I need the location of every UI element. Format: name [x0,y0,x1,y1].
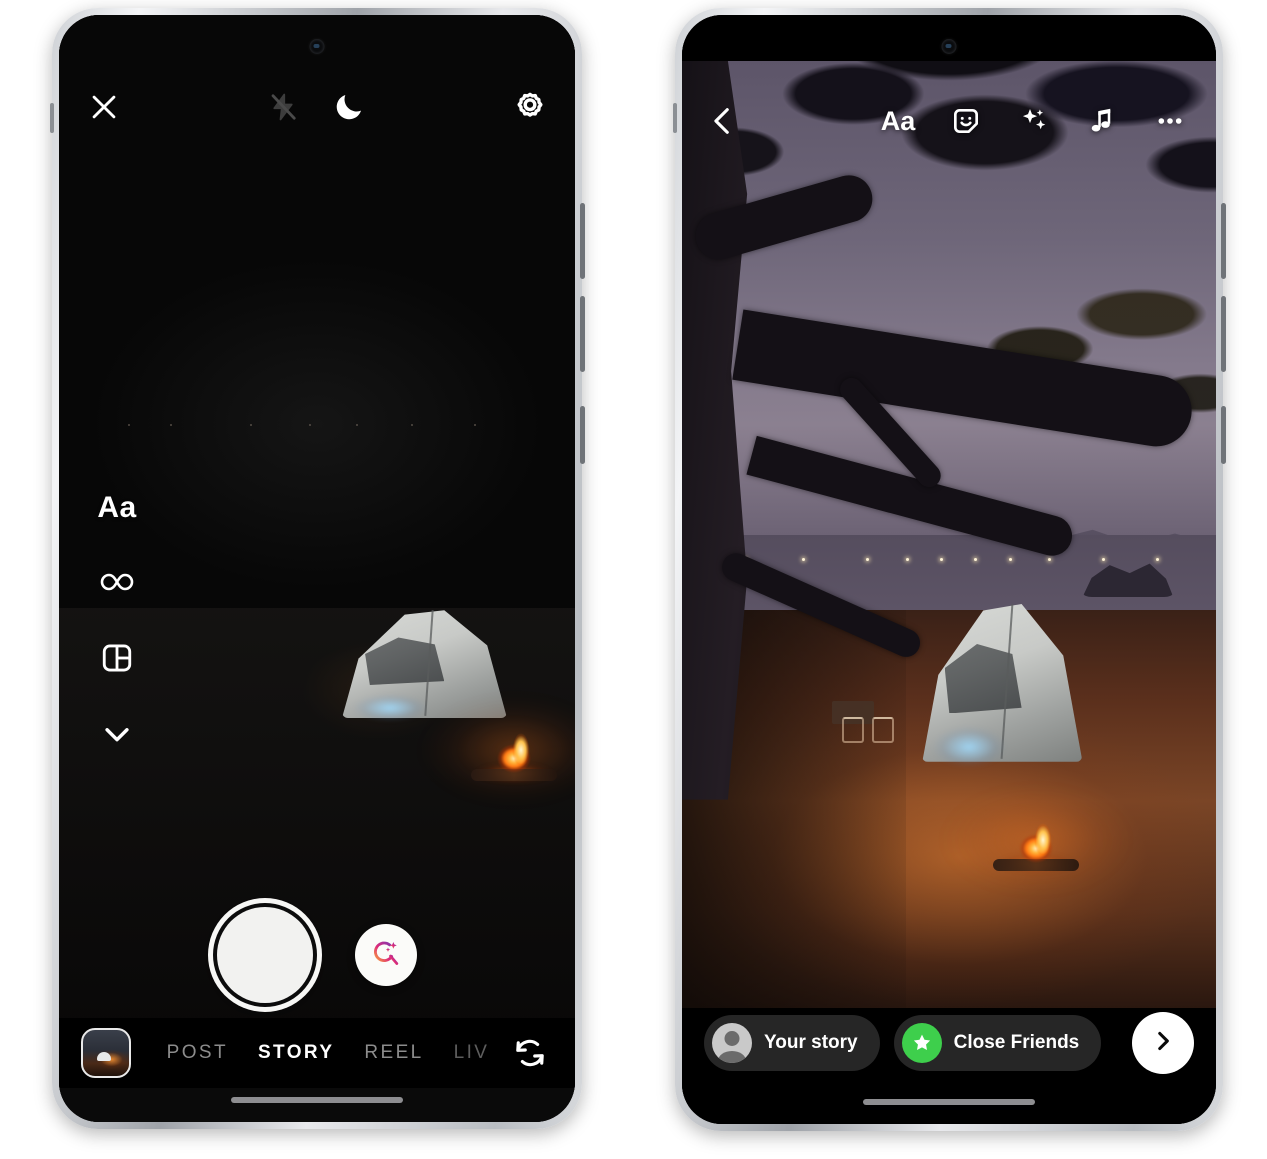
preview-distant-lights [111,424,534,427]
phone-right-story-editor: Aa Your story Close Friends [673,8,1226,1131]
story-tool-group: Aa [876,99,1192,143]
chevron-down-icon [100,717,134,756]
close-friends-star-icon [901,1023,942,1063]
tool-text[interactable]: Aa [90,485,144,531]
captured-photo[interactable] [682,61,1216,1008]
layout-icon [100,641,134,680]
mode-post[interactable]: POST [167,1042,228,1064]
your-story-button[interactable]: Your story [704,1015,880,1071]
camera-viewfinder[interactable]: Aa POST STORY REEL LIV [59,15,575,1122]
avatar [712,1023,752,1063]
next-chevron-icon [1150,1028,1176,1059]
tool-boomerang[interactable] [90,561,144,607]
back-chevron-icon[interactable] [706,104,740,138]
tool-more[interactable] [90,713,144,759]
front-camera-punch-hole [309,39,325,54]
home-indicator-right[interactable] [863,1099,1035,1105]
camera-tool-rail: Aa [81,485,153,759]
sticker-smiley-icon[interactable] [944,99,988,143]
story-top-bar: Aa [682,93,1216,149]
close-friends-label: Close Friends [953,1032,1080,1053]
flash-off-icon[interactable] [268,92,298,122]
story-bottom-bar: Your story Close Friends [682,1006,1216,1080]
music-note-icon[interactable] [1080,99,1124,143]
photo-shore-lights [714,558,1205,562]
phone-right-screen: Aa Your story Close Friends [682,15,1216,1124]
phone-left-screen: Aa POST STORY REEL LIV [59,15,575,1122]
speaker-slit-right [673,103,677,133]
tool-layout[interactable] [90,637,144,683]
tool-text-label: Aa [97,491,137,524]
volume-down-button[interactable] [580,296,585,372]
photo-tent [922,601,1083,769]
your-story-label: Your story [764,1032,858,1053]
volume-up-button-right[interactable] [1221,203,1226,279]
power-button-right[interactable] [1221,406,1226,464]
close-friends-button[interactable]: Close Friends [893,1015,1102,1071]
phone-left-camera: Aa POST STORY REEL LIV [50,8,585,1129]
story-tool-text[interactable]: Aa [876,99,920,143]
mode-live[interactable]: LIV [454,1042,490,1064]
capture-controls [59,900,575,1010]
ai-search-icon [369,936,403,975]
infinity-icon [97,569,137,600]
mode-reel[interactable]: REEL [364,1042,423,1064]
volume-up-button[interactable] [580,203,585,279]
mode-selector: POST STORY REEL LIV [131,1042,507,1064]
more-options-icon[interactable] [1148,99,1192,143]
screenshot-canvas: Aa POST STORY REEL LIV Aa Your story Clo… [0,0,1267,1159]
home-indicator[interactable] [231,1097,403,1103]
shutter-button[interactable] [217,907,313,1003]
story-editor: Aa Your story Close Friends [682,15,1216,1124]
night-mode-moon-icon[interactable] [332,90,366,124]
story-tool-text-label: Aa [880,105,916,136]
settings-gear-icon[interactable] [513,90,547,124]
photo-campfire [941,785,1132,896]
next-button[interactable] [1132,1012,1194,1074]
photo-camp-chairs [842,629,917,743]
camera-top-bar [59,79,575,135]
camera-mode-bar: POST STORY REEL LIV [59,1018,575,1088]
flip-camera-icon[interactable] [507,1030,553,1076]
speaker-slit [50,103,54,133]
front-camera-punch-hole-right [941,39,957,54]
close-icon[interactable] [87,90,121,124]
gallery-thumbnail[interactable] [81,1028,131,1078]
mode-story[interactable]: STORY [258,1042,334,1064]
sparkles-icon[interactable] [1012,99,1056,143]
volume-down-button-right[interactable] [1221,296,1226,372]
ai-search-button[interactable] [355,924,417,986]
power-button[interactable] [580,406,585,464]
preview-campfire [419,695,575,805]
